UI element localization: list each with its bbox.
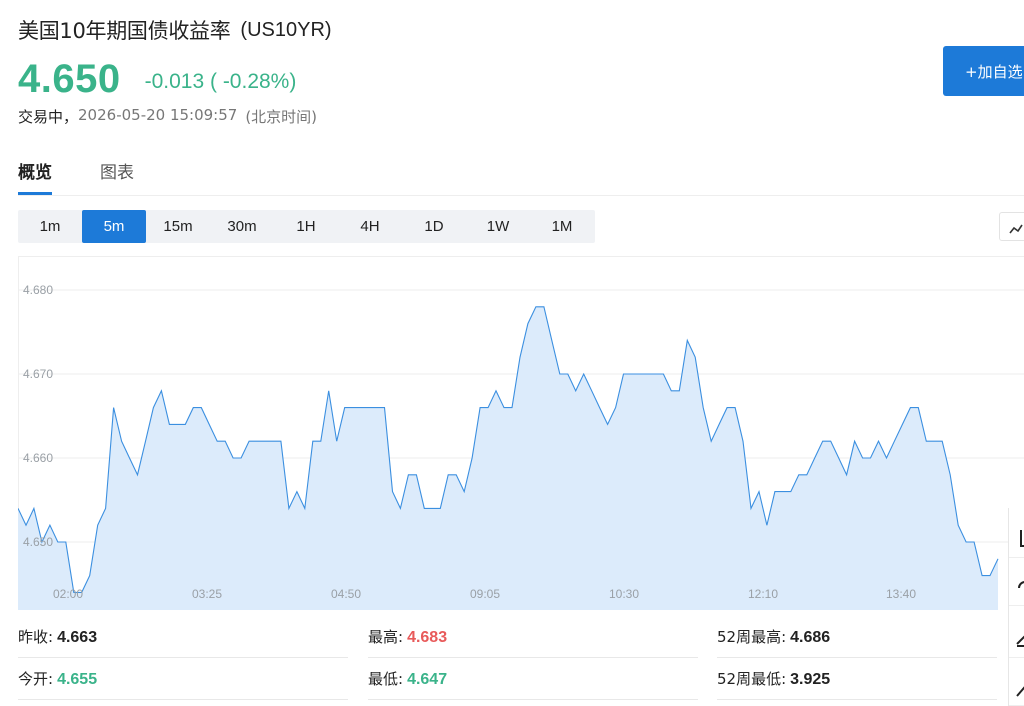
- stat-low: 最低: 4.647: [368, 658, 698, 700]
- stat-label: 最低:: [368, 670, 404, 688]
- status-label: 交易中，: [18, 108, 79, 126]
- interval-15m[interactable]: 15m: [146, 210, 210, 243]
- x-tick-label: 03:25: [192, 587, 222, 601]
- status-timezone: (北京时间): [245, 108, 318, 126]
- stat-label: 最高:: [368, 628, 404, 646]
- x-tick-label: 10:30: [609, 587, 639, 601]
- stat-label: 今开:: [18, 670, 54, 688]
- status-time: 2026-05-20 15:09:57: [78, 106, 238, 124]
- fullscreen-tool[interactable]: [1009, 518, 1024, 558]
- price-chart[interactable]: 4.680 4.670 4.660 4.650 02:00 03:25 04:50 09:0…: [18, 256, 1024, 610]
- stat-value: 4.683: [407, 629, 448, 646]
- instrument-code: (US10YR): [240, 18, 332, 41]
- trading-status: 交易中， 2026-05-20 15:09:57 (北京时间): [18, 106, 317, 127]
- stat-52w-low: 52周最低: 3.925: [717, 658, 997, 700]
- x-tick-label: 02:00: [53, 587, 83, 601]
- interval-selector: 1m 5m 15m 30m 1H 4H 1D 1W 1M: [18, 210, 595, 243]
- interval-30m[interactable]: 30m: [210, 210, 274, 243]
- x-tick-label: 13:40: [886, 587, 916, 601]
- undo-tool[interactable]: [1009, 566, 1024, 606]
- y-tick-label: 4.650: [23, 535, 53, 549]
- interval-1mo[interactable]: 1M: [530, 210, 594, 243]
- last-price: 4.650: [18, 56, 121, 101]
- tab-overview[interactable]: 概览: [18, 155, 52, 195]
- interval-1d[interactable]: 1D: [402, 210, 466, 243]
- page-title: 美国10年期国债收益率 (US10YR): [18, 14, 332, 46]
- stat-value: 4.663: [57, 629, 98, 646]
- stat-label: 昨收:: [18, 628, 54, 646]
- pencil-tool[interactable]: [1009, 618, 1024, 658]
- stat-prev-close: 昨收: 4.663: [18, 616, 348, 658]
- quote-row: 4.650 -0.013 ( -0.28%): [18, 56, 296, 102]
- stat-high: 最高: 4.683: [368, 616, 698, 658]
- y-tick-label: 4.670: [23, 367, 53, 381]
- line-chart-icon: [1009, 224, 1023, 234]
- price-change: -0.013 ( -0.28%): [144, 70, 297, 93]
- instrument-name: 美国10年期国债收益率: [18, 19, 231, 43]
- stat-label: 52周最高:: [717, 628, 787, 646]
- tab-chart[interactable]: 图表: [100, 155, 134, 195]
- stat-52w-high: 52周最高: 4.686: [717, 616, 997, 658]
- interval-1w[interactable]: 1W: [466, 210, 530, 243]
- tab-bar: 概览 图表: [18, 155, 182, 195]
- y-tick-label: 4.660: [23, 451, 53, 465]
- stat-open: 今开: 4.655: [18, 658, 348, 700]
- interval-4h[interactable]: 4H: [338, 210, 402, 243]
- stat-value: 4.647: [407, 671, 448, 688]
- interval-5m[interactable]: 5m: [82, 210, 146, 243]
- fullscreen-icon: [1020, 530, 1024, 547]
- x-tick-label: 04:50: [331, 587, 361, 601]
- stat-label: 52周最低:: [717, 670, 787, 688]
- chart-type-button[interactable]: [999, 212, 1024, 241]
- add-watchlist-button[interactable]: +加自选: [943, 46, 1024, 96]
- trendline-tool[interactable]: [1009, 666, 1024, 706]
- stat-value: 4.655: [57, 671, 98, 688]
- tab-divider: [18, 195, 1024, 196]
- pencil-icon: [1016, 635, 1024, 647]
- stat-value: 4.686: [790, 629, 831, 646]
- x-tick-label: 12:10: [748, 587, 778, 601]
- interval-1h[interactable]: 1H: [274, 210, 338, 243]
- price-chart-svg: 4.680 4.670 4.660 4.650 02:00 03:25 04:50 09:0…: [18, 256, 1024, 610]
- y-tick-label: 4.680: [23, 283, 53, 297]
- drawing-toolbar: [1008, 508, 1024, 706]
- stat-value: 3.925: [790, 671, 831, 688]
- interval-1m[interactable]: 1m: [18, 210, 82, 243]
- undo-icon: [1018, 581, 1024, 589]
- trendline-icon: [1016, 686, 1024, 697]
- x-tick-label: 09:05: [470, 587, 500, 601]
